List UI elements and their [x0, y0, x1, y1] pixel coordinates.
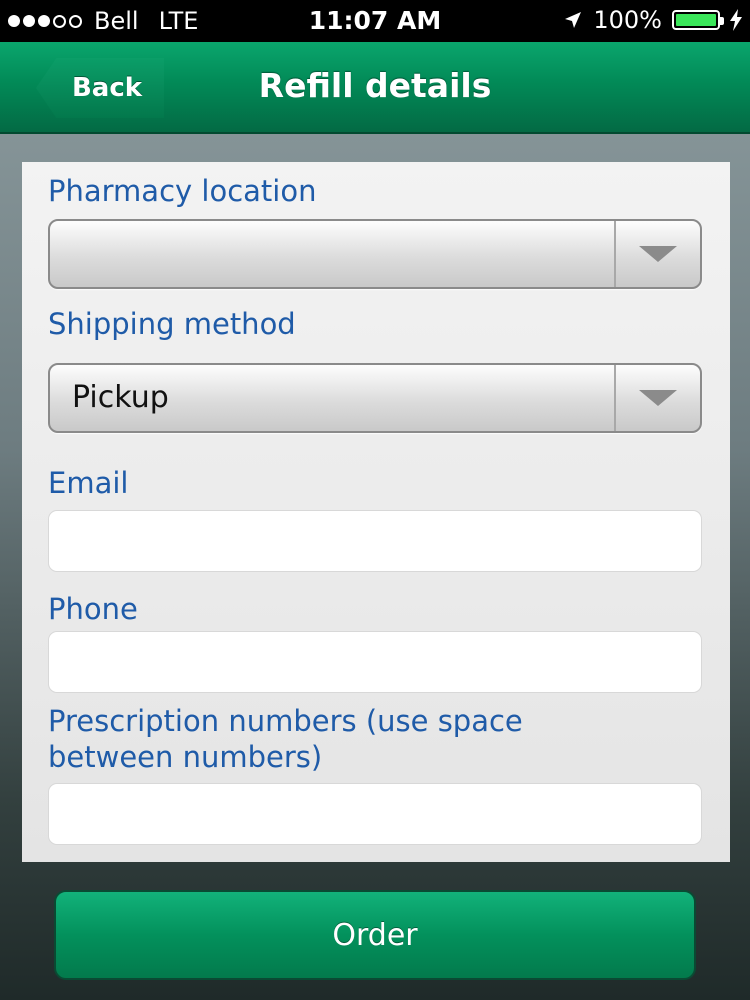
- battery-icon: [672, 10, 724, 30]
- battery-percent: 100%: [593, 6, 662, 34]
- pharmacy-location-label: Pharmacy location: [48, 174, 317, 208]
- navigation-bar: Back Refill details: [0, 42, 750, 134]
- dropdown-arrow-icon: [614, 365, 700, 431]
- order-button[interactable]: Order: [54, 890, 696, 980]
- phone-field[interactable]: [48, 631, 702, 693]
- phone-label: Phone: [48, 592, 138, 626]
- prescription-label-line1: Prescription numbers (use space: [48, 704, 523, 738]
- status-bar: Bell LTE 11:07 AM 100%: [0, 0, 750, 42]
- shipping-method-label: Shipping method: [48, 307, 296, 341]
- battery-tip: [720, 17, 724, 25]
- prescription-numbers-label: Prescription numbers (use space between …: [48, 704, 523, 774]
- pharmacy-location-select[interactable]: [48, 219, 702, 289]
- battery-fill: [676, 14, 716, 26]
- prescription-numbers-field[interactable]: [48, 783, 702, 845]
- email-label: Email: [48, 466, 129, 500]
- shipping-method-select[interactable]: Pickup: [48, 363, 702, 433]
- dropdown-arrow-icon: [614, 221, 700, 287]
- charging-bolt-icon: [730, 9, 742, 31]
- refill-form: Pharmacy location Shipping method Pickup…: [22, 162, 730, 862]
- shipping-method-value: Pickup: [72, 380, 169, 415]
- prescription-label-line2: between numbers): [48, 740, 323, 774]
- page-title: Refill details: [258, 66, 492, 105]
- location-arrow-icon: [565, 12, 582, 28]
- email-field[interactable]: [48, 510, 702, 572]
- status-right: 100%: [563, 6, 742, 34]
